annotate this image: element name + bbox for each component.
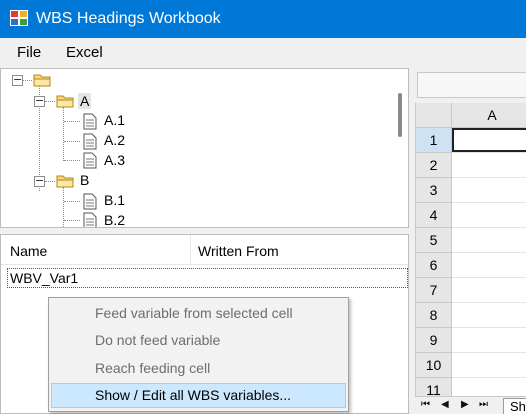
menu-file[interactable]: File	[17, 44, 41, 61]
gridline	[452, 202, 526, 203]
column-separator[interactable]	[190, 235, 191, 265]
select-all-corner[interactable]	[416, 103, 452, 128]
tree-node-a1[interactable]: A.1	[104, 112, 125, 128]
folder-open-icon	[56, 95, 74, 108]
app-grid-icon	[10, 10, 28, 26]
document-icon	[83, 113, 97, 130]
menu-item-reach-feeding-cell[interactable]: Reach feeding cell	[51, 356, 346, 381]
first-sheet-icon[interactable]: ⏮	[421, 399, 430, 410]
document-icon	[83, 212, 97, 227]
menu-item-label: Reach feeding cell	[95, 360, 211, 376]
active-cell-a1[interactable]	[452, 128, 526, 152]
title-bar: WBS Headings Workbook	[0, 0, 526, 38]
collapse-icon[interactable]: −	[34, 95, 45, 107]
document-icon	[83, 152, 97, 169]
document-icon	[83, 193, 97, 210]
row-header[interactable]: 7	[416, 278, 452, 303]
context-menu: Feed variable from selected cell Do not …	[48, 297, 349, 412]
window-title: WBS Headings Workbook	[36, 10, 221, 27]
tree-connector	[64, 201, 80, 202]
folder-open-icon	[56, 175, 74, 188]
tree-scrollbar[interactable]	[392, 69, 408, 227]
tree-node-b1[interactable]: B.1	[104, 192, 125, 208]
tree-connector	[64, 160, 80, 161]
tree-node-b2[interactable]: B.2	[104, 212, 125, 227]
gridline	[452, 327, 526, 328]
tree-connector	[64, 220, 80, 221]
prev-sheet-icon[interactable]: ◀	[441, 399, 449, 410]
sheet-tab-bar: ⏮ ◀ ▶ ⏭ Sh	[415, 396, 526, 414]
collapse-icon[interactable]: −	[34, 175, 45, 187]
variable-name: WBV_Var1	[10, 270, 79, 286]
gridline	[452, 252, 526, 253]
next-sheet-icon[interactable]: ▶	[461, 399, 469, 410]
row-header[interactable]: 8	[416, 303, 452, 328]
tree-connector	[63, 107, 64, 161]
row-header[interactable]: 4	[416, 203, 452, 228]
tree-connector	[22, 80, 32, 81]
row-header[interactable]: 5	[416, 228, 452, 253]
list-item[interactable]: WBV_Var1	[7, 268, 408, 288]
last-sheet-icon[interactable]: ⏭	[479, 399, 488, 410]
column-header-a[interactable]: A	[452, 103, 526, 128]
gridline	[452, 377, 526, 378]
menu-item-label: Feed variable from selected cell	[95, 305, 293, 321]
wbs-tree-view[interactable]: − − A A.1 A.2 A.3 − B B.1 B.2	[0, 68, 409, 228]
sheet-tab[interactable]: Sh	[503, 398, 526, 414]
menu-excel[interactable]: Excel	[66, 44, 103, 61]
tree-node-a2[interactable]: A.2	[104, 132, 125, 148]
tree-connector	[63, 187, 64, 227]
formula-bar[interactable]	[417, 72, 526, 98]
row-header[interactable]: 1	[416, 128, 452, 153]
tree-node-b[interactable]: B	[80, 172, 89, 188]
folder-open-icon	[33, 74, 51, 87]
tree-node-a[interactable]: A	[78, 93, 92, 109]
menu-item-do-not-feed[interactable]: Do not feed variable	[51, 328, 346, 353]
gridline	[452, 302, 526, 303]
gridline	[452, 227, 526, 228]
gridline	[452, 277, 526, 278]
collapse-icon[interactable]: −	[12, 74, 23, 86]
menu-item-feed-variable[interactable]: Feed variable from selected cell	[51, 301, 346, 326]
tree-node-a3[interactable]: A.3	[104, 152, 125, 168]
tree-connector	[64, 141, 80, 142]
document-icon	[83, 133, 97, 150]
row-header[interactable]: 3	[416, 178, 452, 203]
tree-connector	[64, 121, 80, 122]
scrollbar-thumb[interactable]	[398, 93, 402, 137]
tree-connector	[45, 181, 55, 182]
spreadsheet-grid[interactable]: A 1 2 3 4 5 6 7 8 9 10 11	[415, 103, 526, 414]
column-header-name[interactable]: Name	[10, 243, 47, 259]
row-header[interactable]: 6	[416, 253, 452, 278]
gridline	[452, 352, 526, 353]
menu-item-label: Do not feed variable	[95, 332, 221, 348]
row-header[interactable]: 9	[416, 328, 452, 353]
menu-bar: File Excel	[0, 38, 526, 66]
gridline	[452, 152, 526, 153]
row-header[interactable]: 2	[416, 153, 452, 178]
menu-item-label: Show / Edit all WBS variables...	[95, 387, 292, 403]
gridline	[452, 177, 526, 178]
menu-item-show-edit-variables[interactable]: Show / Edit all WBS variables...	[51, 383, 346, 408]
list-header: Name Written From	[1, 235, 408, 265]
row-header[interactable]: 10	[416, 353, 452, 378]
tree-connector	[45, 101, 55, 102]
column-header-written-from[interactable]: Written From	[198, 243, 279, 259]
